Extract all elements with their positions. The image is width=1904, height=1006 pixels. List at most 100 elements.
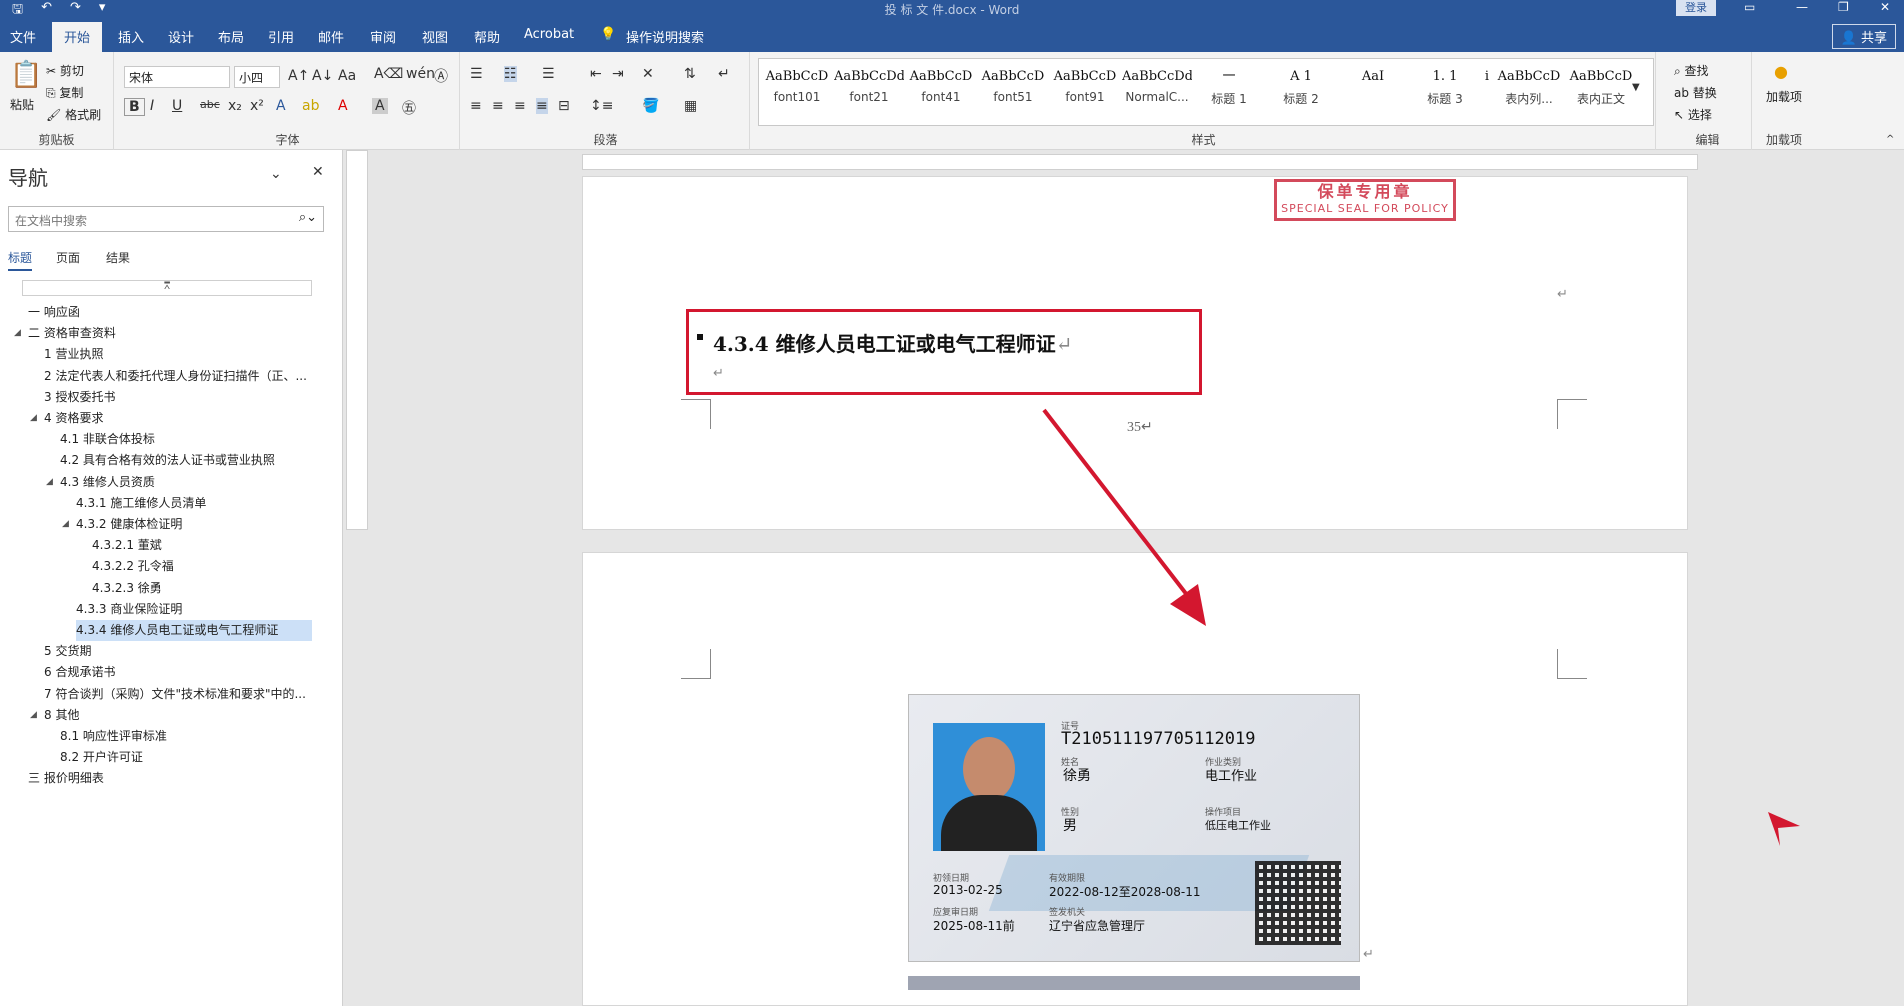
tab-mailings[interactable]: 邮件 [318, 27, 344, 46]
ribbon-display-icon[interactable]: ▭ [1744, 0, 1755, 14]
bold-icon[interactable]: B [124, 98, 145, 116]
line-spacing-icon[interactable]: ↕≡ [590, 98, 613, 114]
minimize-icon[interactable]: — [1796, 0, 1808, 14]
paste-icon[interactable]: 📋 [10, 60, 42, 90]
nav-tree-item[interactable]: 3 授权委托书 [44, 387, 115, 408]
tab-file[interactable]: 文件 [10, 27, 36, 46]
tab-view[interactable]: 视图 [422, 27, 448, 46]
nav-tree-item[interactable]: 8 其他 [44, 705, 79, 726]
expand-caret-icon[interactable]: ◢ [62, 519, 69, 529]
nav-tree-item[interactable]: 4.3.3 商业保险证明 [76, 599, 182, 620]
align-left-icon[interactable]: ≡ [470, 98, 482, 114]
style-tile[interactable]: AaBbCcD 表内列... [1494, 64, 1564, 120]
numbering-icon[interactable]: ☷ [504, 66, 517, 82]
tell-me-search[interactable]: 操作说明搜索 [626, 27, 704, 46]
tab-layout[interactable]: 布局 [218, 27, 244, 46]
collapse-ribbon-icon[interactable]: ^ [1886, 134, 1894, 145]
increase-indent-icon[interactable]: ⇥ [612, 66, 624, 82]
multilevel-list-icon[interactable]: ☰ [542, 66, 555, 82]
tab-references[interactable]: 引用 [268, 27, 294, 46]
nav-tree-item[interactable]: 二 资格审查资料 [28, 323, 116, 344]
login-button[interactable]: 登录 [1676, 0, 1716, 16]
grow-font-icon[interactable]: A↑ [288, 68, 309, 84]
align-right-icon[interactable]: ≡ [514, 98, 526, 114]
style-tile[interactable]: AaBbCcD font101 [762, 64, 832, 120]
nav-tree-item[interactable]: 4.3.2.1 董斌 [92, 535, 162, 556]
cut-button[interactable]: ✂ 剪切 [46, 62, 84, 79]
nav-tree-item[interactable]: 4.3.2.2 孔令福 [92, 556, 174, 577]
section-heading[interactable]: 4.3.4 维修人员电工证或电气工程师证↵ [713, 328, 1072, 357]
borders-icon[interactable]: ▦ [684, 98, 697, 114]
style-tile[interactable]: A 1 标题 2 [1266, 64, 1336, 120]
sort-icon[interactable]: ⇅ [684, 66, 696, 82]
nav-tree-item[interactable]: 一 响应函 [28, 302, 80, 323]
nav-tab-headings[interactable]: 标题 [8, 249, 33, 271]
format-painter-button[interactable]: 🖌 格式刷 [46, 106, 101, 123]
copy-button[interactable]: ⎘ 复制 [46, 84, 83, 101]
nav-tree-item[interactable]: 4.2 具有合格有效的法人证书或营业执照 [60, 450, 275, 471]
style-tile[interactable]: AaI [1338, 64, 1408, 120]
shrink-font-icon[interactable]: A↓ [312, 68, 333, 84]
style-tile[interactable]: AaBbCcDd NormalC... [1122, 64, 1192, 120]
close-icon[interactable]: ✕ [1880, 0, 1890, 14]
style-tile[interactable]: AaBbCcD font91 [1050, 64, 1120, 120]
addins-button[interactable]: 加载项 [1760, 88, 1808, 105]
italic-icon[interactable]: I [150, 98, 154, 114]
restore-icon[interactable]: ❐ [1838, 0, 1849, 14]
expand-caret-icon[interactable]: ◢ [30, 710, 37, 720]
nav-tab-pages[interactable]: 页面 [56, 249, 80, 266]
nav-tree-item[interactable]: 4 资格要求 [44, 408, 103, 429]
nav-tree-item[interactable]: 4.3.2.3 徐勇 [92, 578, 162, 599]
tab-review[interactable]: 审阅 [370, 27, 396, 46]
underline-icon[interactable]: U [172, 98, 182, 114]
nav-tree-item[interactable]: 8.2 开户许可证 [60, 747, 143, 768]
highlight-icon[interactable]: ab [302, 98, 319, 114]
nav-tree-item[interactable]: 7 符合谈判（采购）文件"技术标准和要求"中的... [44, 684, 306, 705]
search-icon[interactable]: ⌕⌄ [299, 210, 317, 225]
nav-tree-item[interactable]: 4.3.4 维修人员电工证或电气工程师证 [76, 620, 312, 641]
phonetic-guide-icon[interactable]: wén [406, 66, 435, 82]
nav-tree-item[interactable]: 6 合规承诺书 [44, 662, 115, 683]
electrician-certificate-image[interactable]: 证号 T210511197705112019 姓名 徐勇 作业类别 电工作业 性… [908, 694, 1360, 962]
style-tile[interactable]: AaBbCcD font51 [978, 64, 1048, 120]
font-size-select[interactable]: 小四 [234, 66, 280, 88]
style-tile[interactable]: AaBbCcD 表内正文 [1566, 64, 1636, 120]
style-tile[interactable]: AaBbCcDdI font21 [834, 64, 904, 120]
font-family-select[interactable]: 宋体 [124, 66, 230, 88]
nav-scroll-up-button[interactable]: ⩞ [22, 280, 312, 296]
nav-options-icon[interactable]: ⌄ [270, 166, 282, 182]
strikethrough-icon[interactable]: abc [200, 98, 220, 111]
find-button[interactable]: ⌕ 查找 [1674, 62, 1709, 79]
nav-tree-item[interactable]: 三 报价明细表 [28, 768, 104, 789]
nav-tree-item[interactable]: 5 交货期 [44, 641, 91, 662]
tab-insert[interactable]: 插入 [118, 27, 144, 46]
style-tile[interactable]: AaBbCcD font41 [906, 64, 976, 120]
tab-home[interactable]: 开始 [52, 22, 103, 52]
nav-tree-item[interactable]: 4.3 维修人员资质 [60, 472, 155, 493]
distributed-icon[interactable]: ⊟ [558, 98, 570, 114]
clear-format-icon[interactable]: A⌫ [374, 66, 403, 82]
subscript-icon[interactable]: x₂ [228, 98, 242, 114]
char-border-icon[interactable]: Ⓐ [434, 66, 448, 86]
align-center-icon[interactable]: ≡ [492, 98, 504, 114]
enclosed-char-icon[interactable]: ㊄ [402, 98, 416, 118]
tab-acrobat[interactable]: Acrobat [524, 27, 574, 42]
vertical-ruler[interactable] [346, 150, 368, 530]
nav-tree-item[interactable]: 4.1 非联合体投标 [60, 429, 155, 450]
style-tile[interactable]: 一标题 1 [1194, 64, 1264, 120]
nav-tree-item[interactable]: 4.3.1 施工维修人员清单 [76, 493, 206, 514]
chinese-layout-icon[interactable]: ✕ [642, 66, 654, 82]
addin-icon[interactable]: ● [1774, 62, 1788, 81]
change-case-icon[interactable]: Aa [338, 68, 356, 84]
nav-tree-item[interactable]: 2 法定代表人和委托代理人身份证扫描件（正、... [44, 366, 307, 387]
paste-button[interactable]: 粘贴 [10, 96, 34, 113]
tab-design[interactable]: 设计 [168, 27, 194, 46]
show-marks-icon[interactable]: ↵ [718, 66, 730, 82]
nav-tree-item[interactable]: 4.3.2 健康体检证明 [76, 514, 182, 535]
tab-help[interactable]: 帮助 [474, 27, 500, 46]
expand-caret-icon[interactable]: ◢ [14, 328, 21, 338]
font-color-icon[interactable]: A [338, 98, 348, 114]
nav-search-input[interactable]: 在文档中搜索 ⌕⌄ [8, 206, 324, 232]
decrease-indent-icon[interactable]: ⇤ [590, 66, 602, 82]
replace-button[interactable]: ab 替换 [1674, 84, 1717, 101]
